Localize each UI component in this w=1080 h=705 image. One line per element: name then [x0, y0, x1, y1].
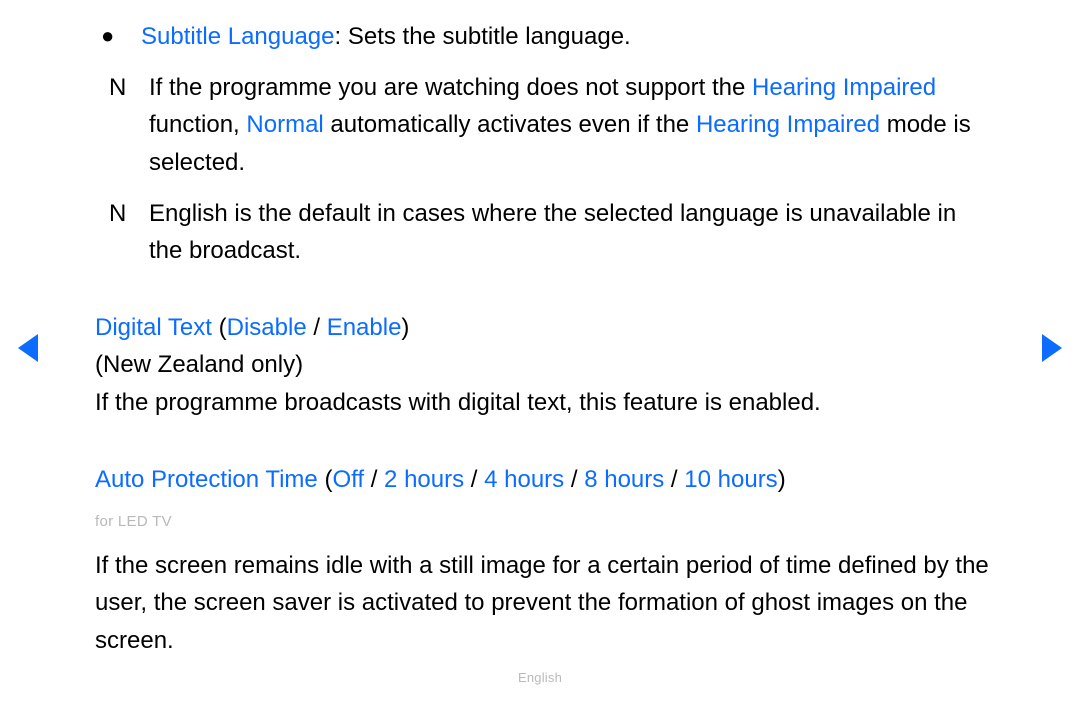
- note-text: English is the default in cases where th…: [149, 195, 990, 269]
- digital-text-desc: If the programme broadcasts with digital…: [95, 384, 990, 421]
- note-item: NIf the programme you are watching does …: [107, 69, 990, 181]
- page-content: ● Subtitle Language: Sets the subtitle l…: [95, 18, 990, 659]
- note-marker: N: [107, 69, 149, 181]
- auto-protection-option: Off: [332, 466, 364, 493]
- digital-text-opt-disable: Disable: [227, 314, 307, 341]
- subtitle-language-desc: : Sets the subtitle language.: [335, 23, 631, 50]
- auto-protection-subnote: for LED TV: [95, 510, 990, 533]
- auto-protection-option: 8 hours: [584, 466, 664, 493]
- auto-protection-section: Auto Protection Time (Off / 2 hours / 4 …: [95, 461, 990, 659]
- footer-language: English: [0, 670, 1080, 685]
- note-item: NEnglish is the default in cases where t…: [107, 195, 990, 269]
- nav-prev-icon[interactable]: [18, 334, 38, 362]
- digital-text-region: (New Zealand only): [95, 346, 990, 383]
- auto-protection-desc: If the screen remains idle with a still …: [95, 547, 990, 659]
- auto-protection-option: 4 hours: [484, 466, 564, 493]
- digital-text-opt-enable: Enable: [327, 314, 402, 341]
- notes-list: NIf the programme you are watching does …: [107, 69, 990, 269]
- subtitle-language-label: Subtitle Language: [141, 23, 335, 50]
- digital-text-section: Digital Text (Disable / Enable) (New Zea…: [95, 309, 990, 421]
- auto-protection-label: Auto Protection Time: [95, 466, 318, 493]
- nav-next-icon[interactable]: [1042, 334, 1062, 362]
- auto-protection-option: 2 hours: [384, 466, 464, 493]
- note-text: If the programme you are watching does n…: [149, 69, 990, 181]
- subtitle-language-text: Subtitle Language: Sets the subtitle lan…: [141, 18, 631, 55]
- auto-protection-option: 10 hours: [684, 466, 777, 493]
- digital-text-label: Digital Text: [95, 314, 212, 341]
- subtitle-language-item: ● Subtitle Language: Sets the subtitle l…: [95, 18, 990, 55]
- note-marker: N: [107, 195, 149, 269]
- bullet-icon: ●: [95, 18, 141, 55]
- digital-text-heading: Digital Text (Disable / Enable): [95, 309, 990, 346]
- auto-protection-heading: Auto Protection Time (Off / 2 hours / 4 …: [95, 461, 990, 498]
